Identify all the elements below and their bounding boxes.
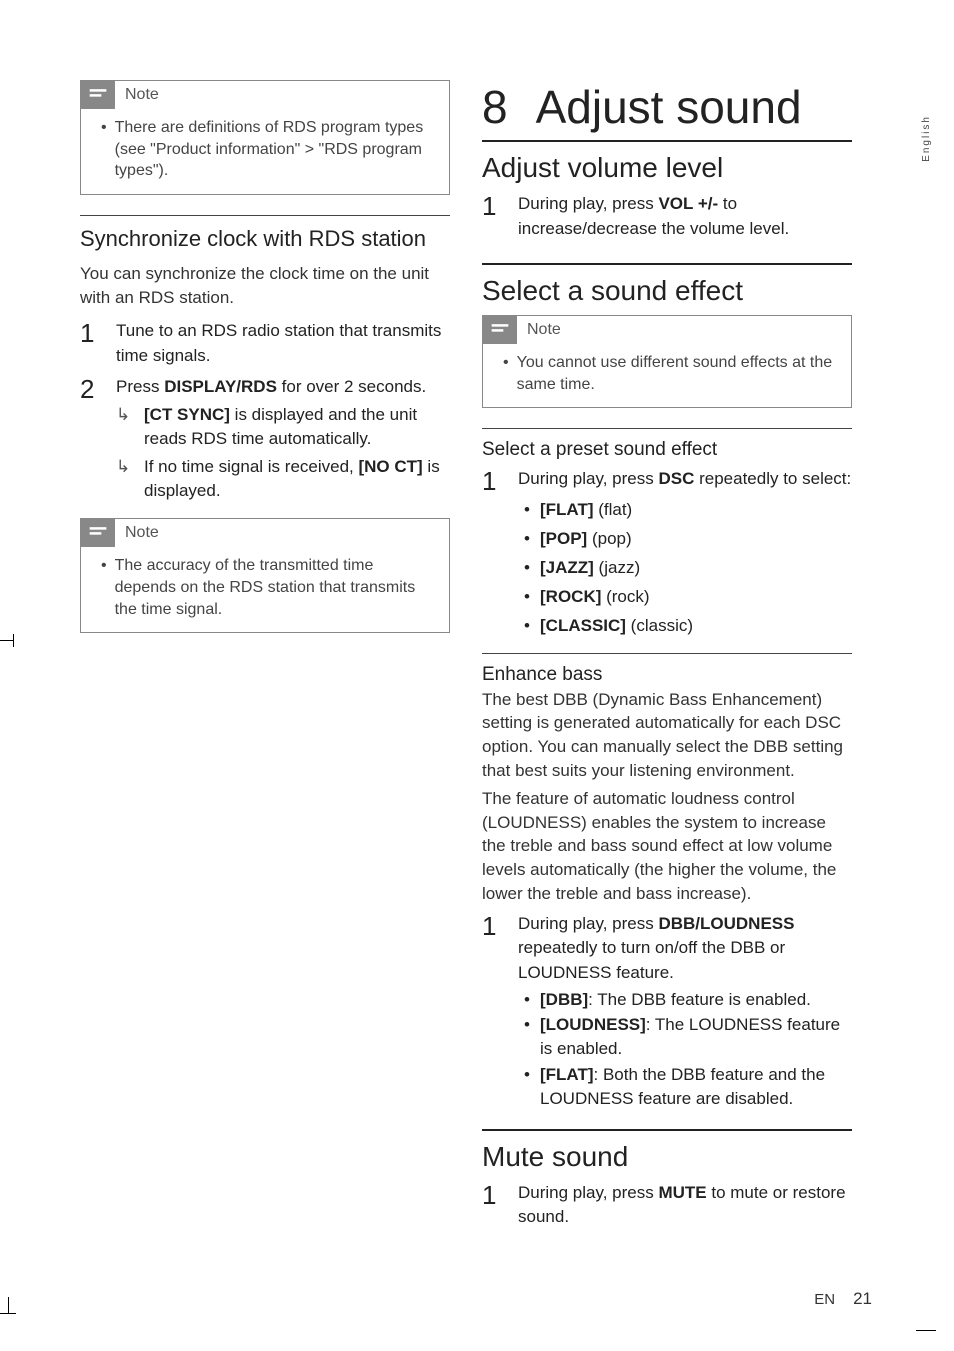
- step-number: 1: [482, 1181, 502, 1230]
- res-text: : The DBB feature is enabled.: [588, 990, 811, 1009]
- opt-bold: [CLASSIC]: [540, 616, 626, 635]
- bass-results-list: [DBB]: The DBB feature is enabled. [LOUD…: [518, 988, 852, 1111]
- bass-step-1: 1 During play, press DBB/LOUDNESS repeat…: [482, 912, 852, 1113]
- note-label: Note: [527, 321, 561, 339]
- list-item: [LOUDNESS]: The LOUDNESS feature is enab…: [540, 1013, 852, 1061]
- result-bold: [CT SYNC]: [144, 405, 230, 424]
- note-label: Note: [125, 86, 159, 104]
- opt-text: (jazz): [594, 558, 640, 577]
- opt-text: (rock): [601, 587, 649, 606]
- volume-step-1: 1 During play, press VOL +/- to increase…: [482, 192, 852, 241]
- note-icon: [483, 316, 517, 344]
- mute-step-1: 1 During play, press MUTE to mute or res…: [482, 1181, 852, 1230]
- heading-adjust-volume: Adjust volume level: [482, 152, 852, 184]
- list-item: [DBB]: The DBB feature is enabled.: [540, 988, 852, 1012]
- opt-text: (classic): [626, 616, 693, 635]
- note-icon: [81, 81, 115, 109]
- list-item: [POP] (pop): [540, 525, 852, 554]
- step-text: Tune to an RDS radio station that transm…: [116, 319, 450, 368]
- opt-text: (pop): [587, 529, 631, 548]
- page-footer: EN 21: [814, 1289, 872, 1309]
- step-1: 1 Tune to an RDS radio station that tran…: [80, 319, 450, 368]
- step-pre: During play, press: [518, 194, 658, 213]
- opt-bold: [POP]: [540, 529, 587, 548]
- note-text: You cannot use different sound effects a…: [517, 352, 837, 395]
- bass-paragraph-1: The best DBB (Dynamic Bass Enhancement) …: [482, 688, 852, 783]
- heading-mute-sound: Mute sound: [482, 1141, 852, 1173]
- res-bold: [FLAT]: [540, 1065, 594, 1084]
- heading-sync-clock: Synchronize clock with RDS station: [80, 226, 450, 252]
- note-box: Note There are definitions of RDS progra…: [80, 80, 450, 195]
- result-pre: If no time signal is received,: [144, 457, 358, 476]
- chapter-title: Adjust sound: [536, 80, 802, 134]
- res-bold: [LOUDNESS]: [540, 1015, 646, 1034]
- note-icon: [81, 519, 115, 547]
- step-bold: VOL +/-: [658, 194, 718, 213]
- step-number: 1: [482, 912, 502, 1113]
- sync-intro: You can synchronize the clock time on th…: [80, 262, 450, 310]
- step-bold: DSC: [658, 469, 694, 488]
- step-text-pre: Press: [116, 377, 164, 396]
- step-pre: During play, press: [518, 469, 658, 488]
- crop-mark: [916, 1330, 936, 1331]
- note-label: Note: [125, 524, 159, 542]
- step-number: 1: [482, 192, 502, 241]
- list-item: [JAZZ] (jazz): [540, 554, 852, 583]
- list-item: [FLAT]: Both the DBB feature and the LOU…: [540, 1063, 852, 1111]
- footer-lang: EN: [814, 1291, 835, 1308]
- preset-options-list: [FLAT] (flat) [POP] (pop) [JAZZ] (jazz) …: [518, 496, 852, 640]
- step-number: 2: [80, 375, 100, 505]
- list-item: [ROCK] (rock): [540, 583, 852, 612]
- chapter-heading: 8 Adjust sound: [482, 80, 852, 134]
- result-arrow-icon: ↳: [116, 403, 134, 451]
- result-2: ↳ If no time signal is received, [NO CT]…: [116, 455, 450, 503]
- note-box: Note You cannot use different sound effe…: [482, 315, 852, 408]
- note-text: There are definitions of RDS program typ…: [115, 117, 435, 182]
- step-text-bold: DISPLAY/RDS: [164, 377, 277, 396]
- step-number: 1: [482, 467, 502, 644]
- step-bold: DBB/LOUDNESS: [658, 914, 794, 933]
- step-2: 2 Press DISPLAY/RDS for over 2 seconds. …: [80, 375, 450, 505]
- step-post: repeatedly to turn on/off the DBB or LOU…: [518, 938, 785, 982]
- footer-page-number: 21: [853, 1289, 872, 1309]
- preset-step-1: 1 During play, press DSC repeatedly to s…: [482, 467, 852, 644]
- step-number: 1: [80, 319, 100, 368]
- heading-preset-effect: Select a preset sound effect: [482, 439, 852, 461]
- res-bold: [DBB]: [540, 990, 588, 1009]
- step-pre: During play, press: [518, 914, 658, 933]
- opt-text: (flat): [594, 500, 633, 519]
- crop-mark: [0, 640, 14, 641]
- language-tab: English: [921, 115, 932, 162]
- step-post: repeatedly to select:: [694, 469, 851, 488]
- list-item: [CLASSIC] (classic): [540, 612, 852, 641]
- opt-bold: [FLAT]: [540, 500, 594, 519]
- note-box: Note The accuracy of the transmitted tim…: [80, 518, 450, 633]
- step-text-post: for over 2 seconds.: [277, 377, 426, 396]
- result-1: ↳ [CT SYNC] is displayed and the unit re…: [116, 403, 450, 451]
- heading-enhance-bass: Enhance bass: [482, 664, 852, 686]
- list-item: [FLAT] (flat): [540, 496, 852, 525]
- opt-bold: [JAZZ]: [540, 558, 594, 577]
- step-pre: During play, press: [518, 1183, 658, 1202]
- result-bold: [NO CT]: [358, 457, 422, 476]
- result-arrow-icon: ↳: [116, 455, 134, 503]
- opt-bold: [ROCK]: [540, 587, 601, 606]
- bass-paragraph-2: The feature of automatic loudness contro…: [482, 787, 852, 906]
- note-text: The accuracy of the transmitted time dep…: [115, 555, 435, 620]
- step-bold: MUTE: [658, 1183, 706, 1202]
- heading-select-effect: Select a sound effect: [482, 275, 852, 307]
- chapter-number: 8: [482, 80, 508, 134]
